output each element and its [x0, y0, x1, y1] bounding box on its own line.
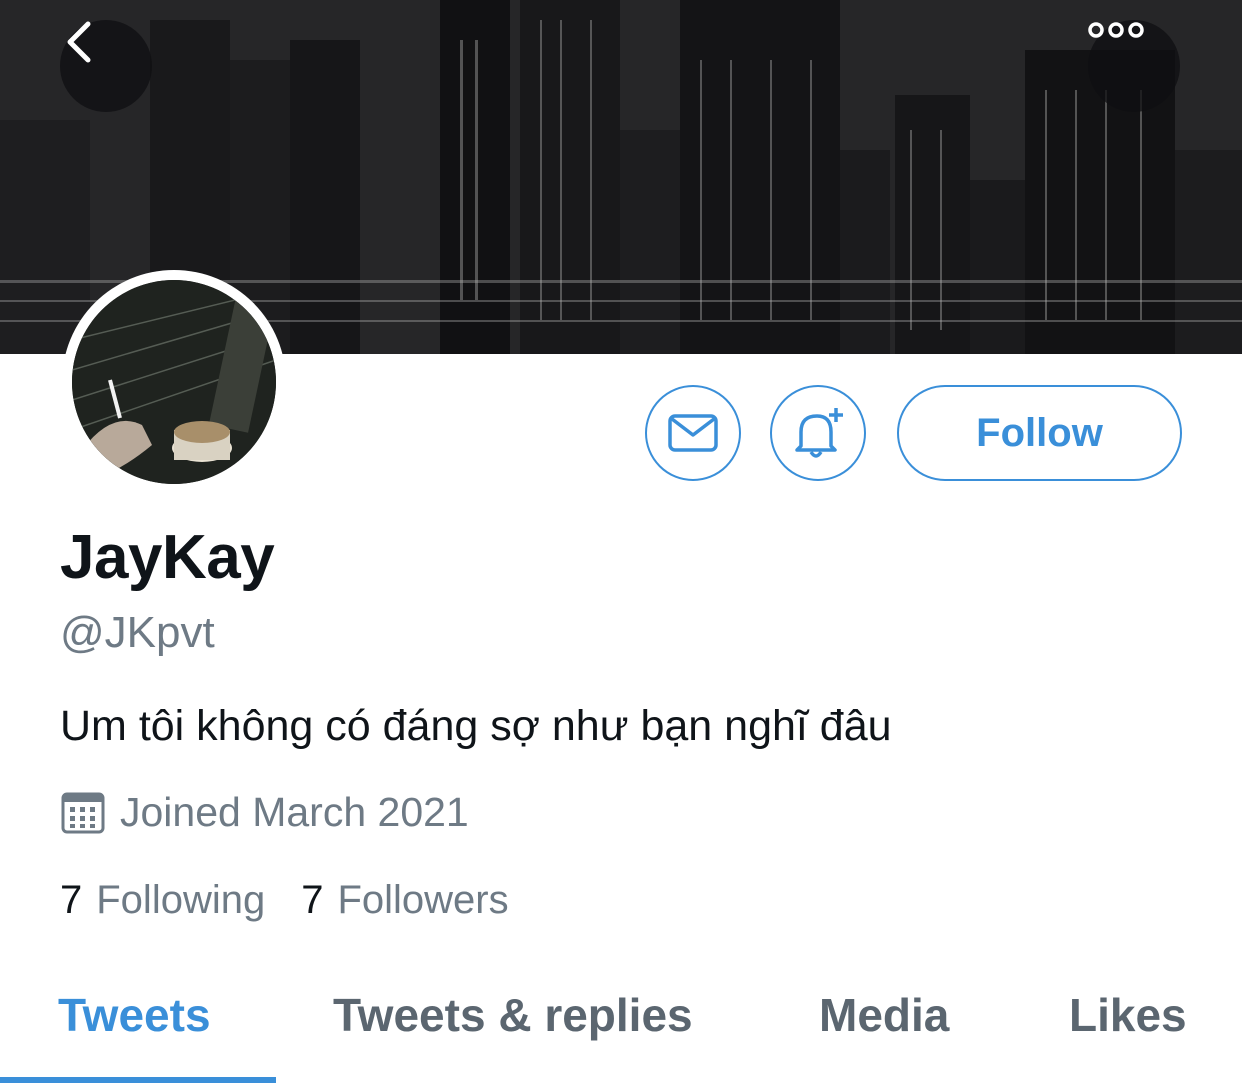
active-tab-indicator [0, 1077, 276, 1083]
tab-likes[interactable]: Likes [1069, 988, 1187, 1042]
calendar-icon [61, 792, 105, 834]
followers-count: 7 [301, 878, 324, 922]
tab-tweets-and-replies[interactable]: Tweets & replies [333, 988, 693, 1042]
avatar-image [72, 280, 276, 484]
profile-bio: Um tôi không có đáng sợ như bạn nghĩ đâu [60, 702, 892, 750]
profile-avatar[interactable] [62, 270, 286, 494]
back-button[interactable] [60, 20, 152, 112]
following-count: 7 [60, 878, 83, 922]
follow-button[interactable]: Follow [897, 385, 1182, 481]
follow-stats: 7 Following 7 Followers [60, 878, 545, 923]
followers-link[interactable]: 7 Followers [301, 878, 508, 923]
display-name: JayKay [60, 523, 275, 592]
followers-label: Followers [337, 878, 509, 922]
following-label: Following [96, 878, 266, 922]
bell-plus-icon [795, 408, 843, 458]
chevron-left-icon [67, 21, 91, 63]
joined-text: Joined March 2021 [120, 788, 469, 835]
notifications-button[interactable] [770, 385, 866, 481]
following-link[interactable]: 7 Following [60, 878, 265, 923]
tab-media[interactable]: Media [819, 988, 949, 1042]
tab-tweets[interactable]: Tweets [58, 988, 211, 1042]
envelope-icon [668, 414, 718, 452]
message-button[interactable] [645, 385, 741, 481]
more-options-button[interactable] [1088, 20, 1180, 112]
ellipsis-icon [1088, 22, 1144, 38]
joined-date: Joined March 2021 [60, 786, 469, 838]
username-handle: @JKpvt [60, 608, 215, 657]
